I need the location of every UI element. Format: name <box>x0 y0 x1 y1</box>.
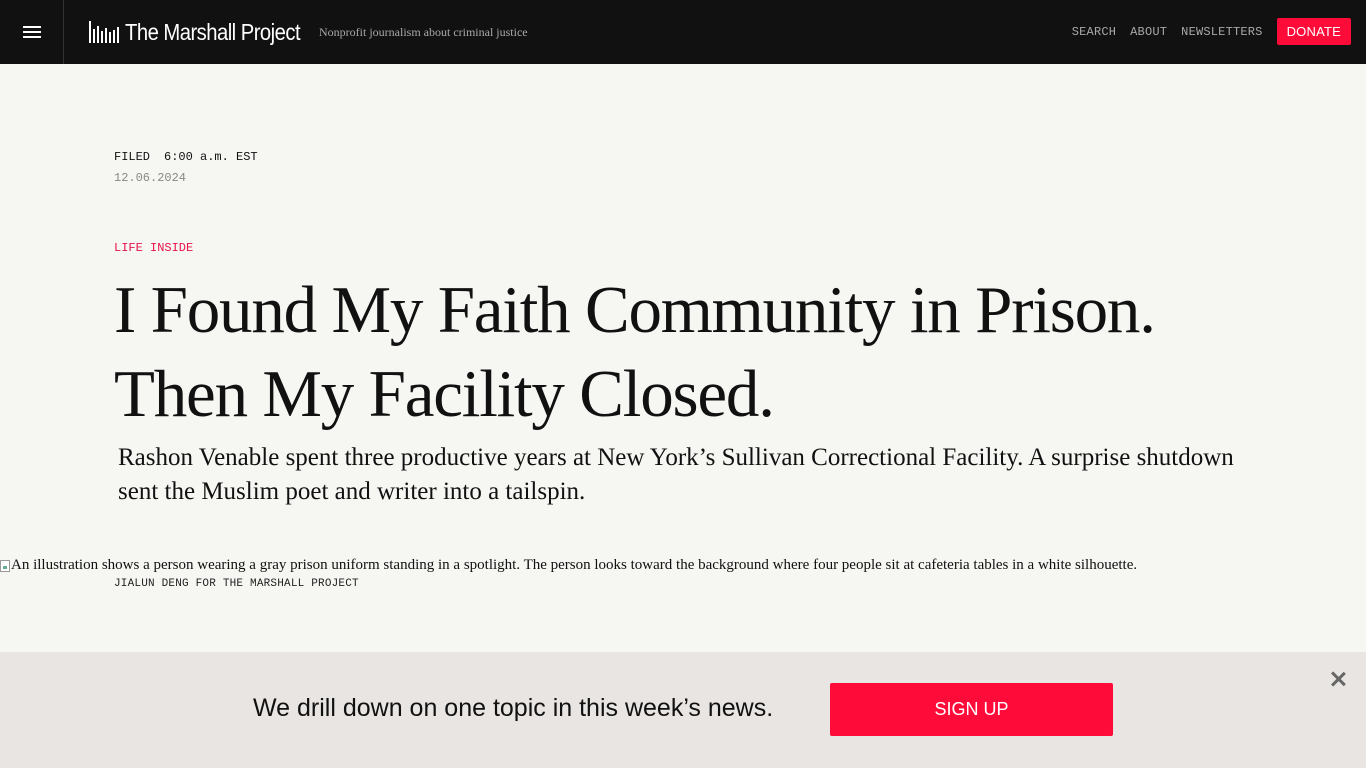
broken-image-icon <box>0 559 10 572</box>
image-credit: JIALUN DENG FOR THE MARSHALL PROJECT <box>114 578 359 590</box>
close-icon[interactable] <box>1328 669 1348 689</box>
filed-date: 12.06.2024 <box>114 171 187 185</box>
signup-button[interactable]: SIGN UP <box>830 683 1113 736</box>
hero-image: An illustration shows a person wearing a… <box>0 557 1366 574</box>
nav-about-link[interactable]: ABOUT <box>1130 25 1167 39</box>
donate-button[interactable]: DONATE <box>1276 18 1351 45</box>
menu-button[interactable] <box>0 0 64 64</box>
article-headline: I Found My Faith Community in Prison. Th… <box>114 273 1156 431</box>
filed-label: FILED <box>114 150 151 164</box>
brand-logo-link[interactable]: The Marshall Project <box>89 19 305 46</box>
nav-newsletters-link[interactable]: NEWSLETTERS <box>1181 25 1262 39</box>
brand-name: The Marshall Project <box>125 18 301 45</box>
article-dek: Rashon Venable spent three productive ye… <box>118 444 1234 505</box>
filed-timestamp: FILED 6:00 a.m. EST <box>114 150 258 164</box>
site-header: The Marshall Project Nonprofit journalis… <box>0 0 1366 64</box>
hamburger-menu-icon <box>22 26 41 38</box>
nav-search-link[interactable]: SEARCH <box>1072 25 1116 39</box>
bar-chart-logo-icon <box>89 21 119 43</box>
header-nav: SEARCH ABOUT NEWSLETTERS DONATE <box>1072 18 1351 45</box>
hero-image-alt-text: An illustration shows a person wearing a… <box>11 557 1138 573</box>
banner-text: We drill down on one topic in this week’… <box>253 694 774 722</box>
newsletter-banner: We drill down on one topic in this week’… <box>0 652 1366 768</box>
site-tagline: Nonprofit journalism about criminal just… <box>319 24 528 39</box>
section-kicker-link[interactable]: LIFE INSIDE <box>114 241 193 255</box>
filed-time: 6:00 a.m. EST <box>164 150 258 164</box>
